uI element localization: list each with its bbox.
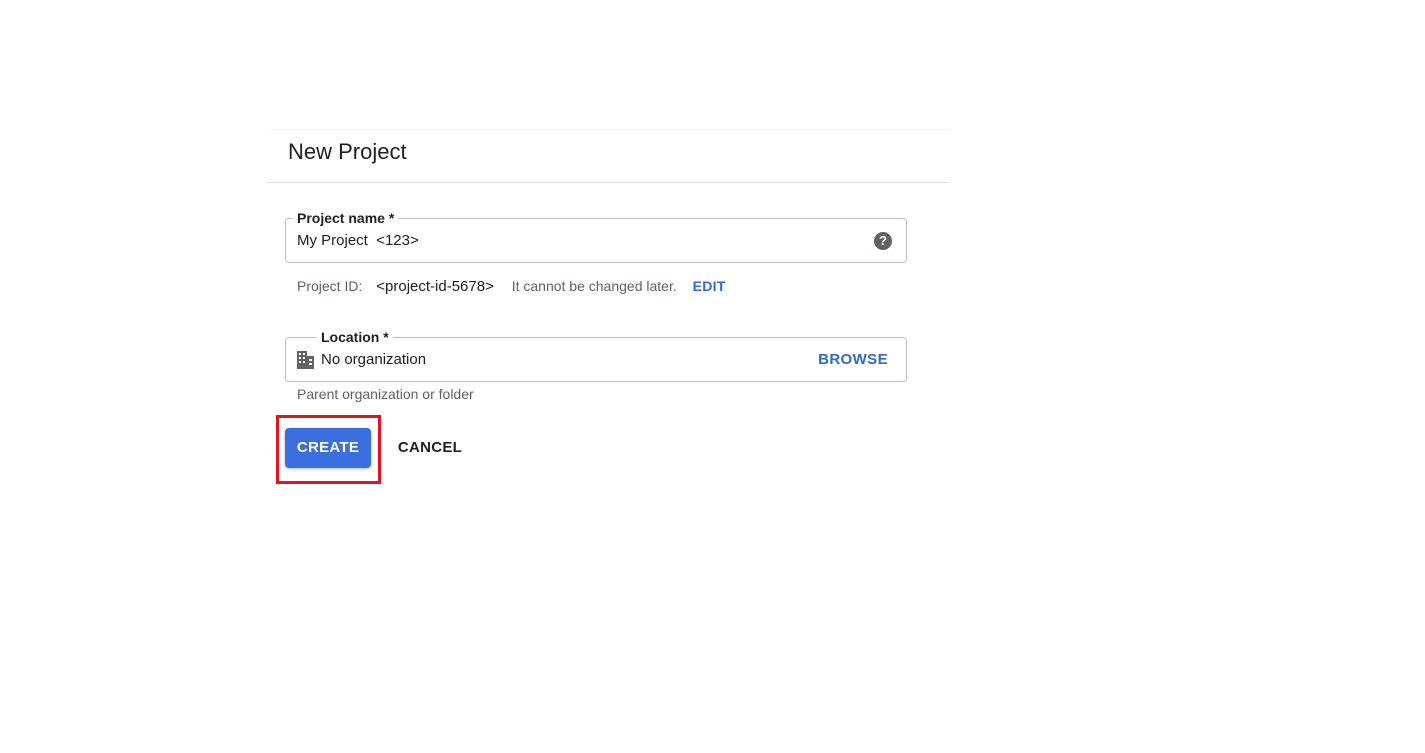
location-value: No organization [321,351,427,368]
project-id-label: Project ID: [297,278,363,294]
project-id-note: It cannot be changed later. [511,278,677,294]
browse-button[interactable]: BROWSE [818,351,888,368]
project-name-label: Project name * [293,209,399,227]
dialog-header: New Project [267,129,950,183]
edit-project-id-link[interactable]: EDIT [693,278,726,294]
project-name-field[interactable]: Project name * My Project <123> ? [285,209,907,263]
create-button[interactable]: CREATE [285,428,371,468]
new-project-page: New Project Project name * My Project <1… [0,0,1425,753]
project-id-row: Project ID: <project-id-5678> It cannot … [297,278,726,295]
project-id-value: <project-id-5678> [376,278,494,295]
page-title: New Project [288,139,407,164]
building-icon [297,351,314,369]
location-helper-text: Parent organization or folder [297,386,474,402]
cancel-button[interactable]: CANCEL [390,428,470,468]
location-label: Location * [317,328,393,346]
help-circle-icon[interactable]: ? [874,232,892,250]
location-field[interactable]: Location * No organization BROWSE [285,328,907,382]
project-name-input[interactable]: My Project <123> [297,232,419,249]
